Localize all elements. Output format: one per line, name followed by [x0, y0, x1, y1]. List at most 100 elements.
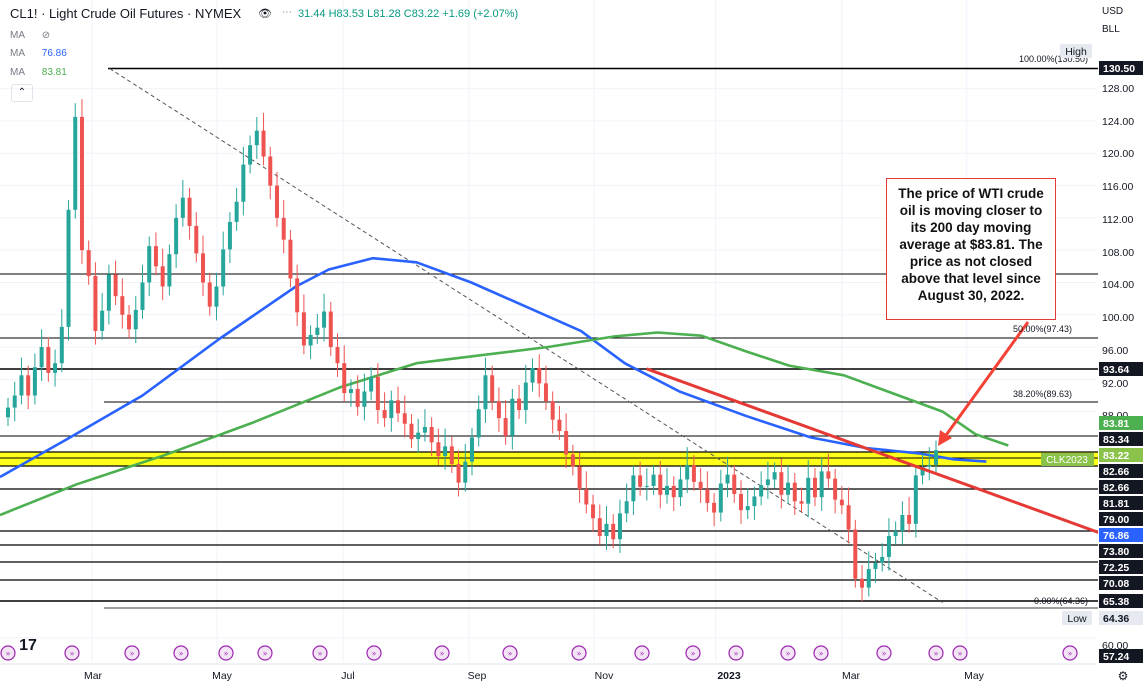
candle-body — [153, 246, 158, 267]
candle-body — [530, 368, 535, 383]
fib-label: 38.20%(89.63) — [1013, 389, 1072, 399]
candle-body — [927, 464, 932, 467]
candle-body — [523, 382, 528, 411]
symbol-title[interactable]: CL1! · Light Crude Oil Futures · NYMEX — [10, 6, 241, 21]
candle-body — [570, 454, 575, 467]
candle-body — [900, 514, 905, 532]
candle-body — [26, 375, 31, 396]
candle-body — [6, 407, 10, 418]
candle-body — [712, 502, 717, 513]
candle-body — [295, 278, 300, 313]
candle-body — [369, 376, 374, 392]
candle-body — [651, 474, 656, 486]
candle-body — [221, 249, 226, 287]
price-label: 64.36 — [1103, 613, 1129, 625]
candle-body — [449, 446, 454, 465]
candle-body — [624, 501, 629, 514]
event-icon-glyph: » — [640, 649, 645, 658]
price-label: 65.38 — [1103, 596, 1129, 608]
candle-body — [631, 475, 636, 502]
candle-body — [456, 464, 461, 483]
ma-label: MA — [10, 48, 25, 59]
candle-body — [248, 145, 253, 165]
event-icon-glyph: » — [440, 649, 445, 658]
candle-body — [799, 501, 804, 504]
candle-body — [745, 506, 750, 511]
candle-body — [288, 239, 293, 279]
candle-body — [671, 485, 676, 498]
candle-body — [335, 347, 340, 364]
candle-body — [106, 274, 111, 311]
event-icon-glyph: » — [1068, 649, 1073, 658]
candle-body — [470, 437, 474, 462]
candle-body — [362, 391, 367, 407]
candle-body — [934, 450, 938, 465]
candle-body — [402, 413, 407, 424]
ma-row-3[interactable]: MA 83.81 — [10, 67, 67, 78]
x-tick-label: Mar — [84, 670, 103, 682]
candle-body — [584, 489, 589, 505]
candle-body — [261, 130, 266, 157]
candle-body — [73, 116, 78, 210]
candle-body — [503, 418, 508, 436]
candle-body — [12, 395, 17, 408]
candle-body — [665, 485, 670, 495]
candle-body — [833, 478, 838, 500]
candle-body — [167, 254, 172, 287]
event-icon-glyph: » — [934, 649, 939, 658]
candle-body — [422, 426, 427, 433]
y-axis[interactable]: 128.00 124.00 120.00 116.00 112.00 108.00 104.… — [1098, 0, 1144, 688]
high-label: High — [1065, 46, 1087, 58]
candle-body — [53, 363, 58, 373]
candle-body — [611, 523, 616, 540]
event-icon-glyph: » — [130, 649, 135, 658]
candle-body — [120, 296, 125, 315]
candle-body — [268, 156, 273, 186]
unit-label[interactable]: BLL — [1102, 24, 1120, 35]
y-tick-label: 116.00 — [1102, 181, 1133, 193]
candle-body — [140, 282, 145, 310]
visibility-off-icon[interactable]: ⊘ — [42, 30, 50, 41]
candle-body — [860, 578, 865, 588]
candle-body — [463, 461, 468, 483]
event-icon-glyph: » — [508, 649, 513, 658]
candle-body — [913, 475, 918, 524]
candle-body — [866, 569, 871, 588]
candle-body — [39, 347, 44, 368]
candle-body — [436, 442, 441, 457]
ma-label: MA — [10, 67, 25, 78]
price-label: 83.34 — [1103, 434, 1129, 446]
x-tick-label: Sep — [468, 670, 487, 682]
candle-body — [342, 363, 347, 394]
fib-label: 0.00%(64.36) — [1034, 596, 1088, 606]
candle-body — [738, 493, 743, 511]
event-icon-glyph: » — [734, 649, 739, 658]
candle-body — [429, 426, 434, 443]
more-icon[interactable]: ⋯ — [282, 7, 292, 18]
currency-label[interactable]: USD — [1102, 6, 1123, 17]
ma-row-2[interactable]: MA 76.86 — [10, 48, 67, 59]
candle-body — [496, 401, 501, 419]
event-icon-glyph: » — [179, 649, 184, 658]
price-chart[interactable]: CLK2023 100.00%(130.50)50.00%(97.43)38.2… — [0, 0, 1144, 688]
candle-body — [691, 464, 696, 482]
candle-body — [322, 311, 327, 328]
y-tick-label: 120.00 — [1102, 148, 1134, 160]
ma-value-green: 83.81 — [41, 67, 67, 78]
candle-body — [59, 326, 64, 364]
price-label: 73.80 — [1103, 546, 1129, 558]
candle-body — [543, 383, 548, 402]
candle-body — [32, 367, 37, 396]
y-tick-label: 104.00 — [1102, 279, 1134, 291]
ma-value-blue: 76.86 — [41, 48, 67, 59]
eye-icon[interactable]: 👁 — [258, 7, 272, 20]
candle-body — [517, 398, 522, 411]
ma-row-1[interactable]: MA ⊘ — [10, 30, 50, 41]
price-label: 57.24 — [1103, 651, 1129, 663]
collapse-chevron-icon[interactable]: ⌃ — [11, 84, 33, 102]
candle-body — [752, 496, 757, 507]
candle-body — [564, 431, 569, 455]
x-tick-label: 2023 — [717, 670, 741, 682]
event-icon-glyph: » — [577, 649, 582, 658]
y-tick-label: 108.00 — [1102, 247, 1134, 259]
